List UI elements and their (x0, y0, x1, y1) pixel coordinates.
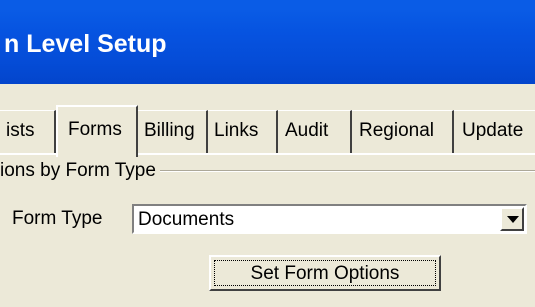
title-bar[interactable]: n Level Setup (0, 0, 535, 84)
tab-forms-label: Forms (68, 119, 122, 140)
form-type-label: Form Type (12, 208, 103, 229)
tab-audit-label: Audit (285, 120, 329, 141)
tab-links[interactable]: Links (208, 110, 278, 153)
tab-billing[interactable]: Billing (138, 110, 208, 153)
tab-lists-label: ists (6, 120, 35, 141)
form-type-dropdown[interactable]: Documents (132, 204, 527, 234)
tab-links-label: Links (214, 120, 259, 141)
set-form-options-button[interactable]: Set Form Options (209, 255, 441, 291)
tab-update[interactable]: Update (454, 110, 535, 153)
tab-billing-label: Billing (144, 120, 195, 141)
tab-regional[interactable]: Regional (352, 110, 454, 153)
tab-regional-label: Regional (359, 120, 434, 141)
groupbox-title: ions by Form Type (0, 160, 160, 182)
form-type-value: Documents (138, 209, 235, 230)
window-title: n Level Setup (4, 30, 167, 58)
tab-update-label: Update (462, 120, 524, 141)
tab-lists[interactable]: ists (0, 110, 56, 153)
tab-forms[interactable]: Forms (56, 105, 138, 157)
triangle-down-icon (507, 216, 519, 223)
form-type-dropdown-button[interactable] (500, 207, 524, 231)
set-form-options-label: Set Form Options (250, 263, 400, 284)
tab-audit[interactable]: Audit (278, 110, 352, 153)
